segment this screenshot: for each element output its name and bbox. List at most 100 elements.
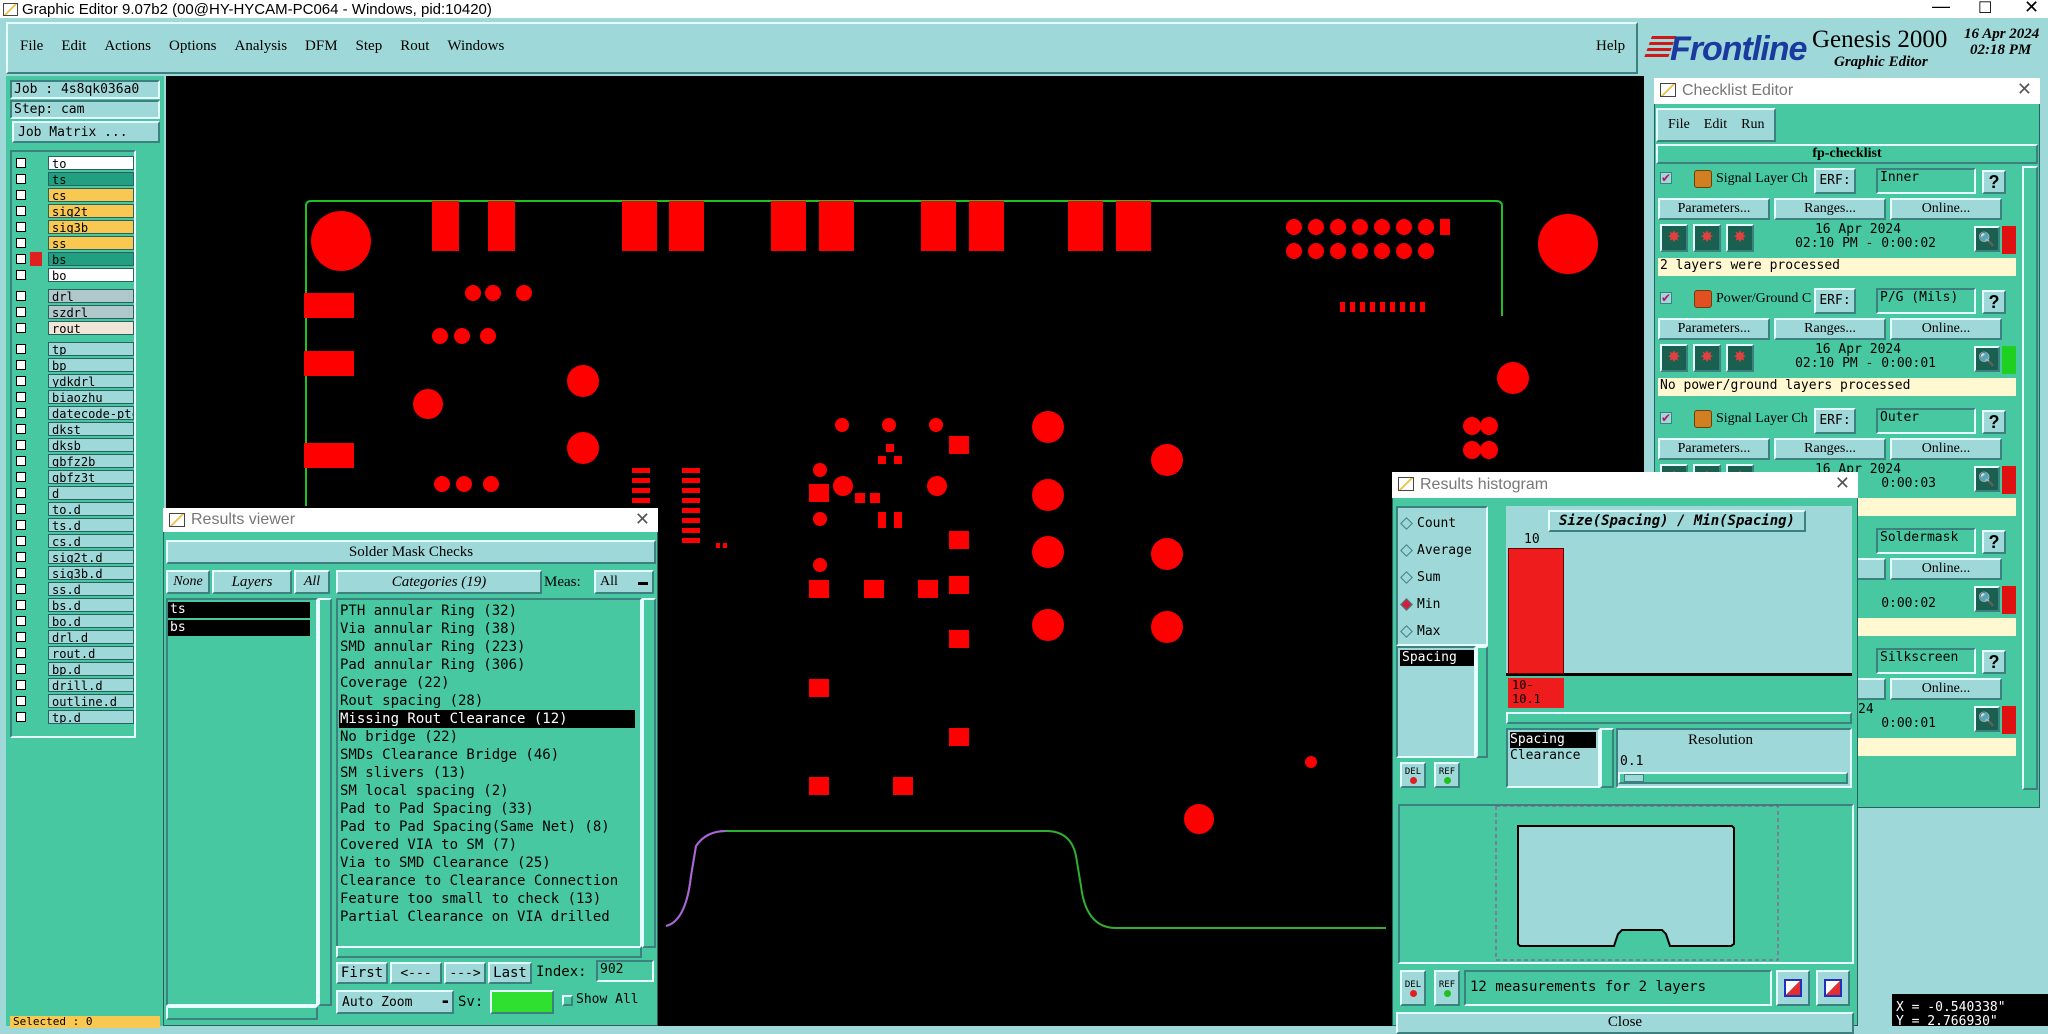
layer-checkbox[interactable] <box>16 392 26 402</box>
none-button[interactable]: None <box>166 570 210 594</box>
next-button[interactable]: ---> <box>444 962 486 984</box>
layer-checkbox[interactable] <box>16 600 26 610</box>
histogram-close-icon[interactable]: ✕ <box>1835 473 1850 494</box>
category-item[interactable]: SMD annular Ring (223) <box>339 638 635 656</box>
layer-color-swatch[interactable] <box>30 236 42 250</box>
layer-checkbox[interactable] <box>16 520 26 530</box>
layer-color-swatch[interactable] <box>30 502 42 516</box>
category-item[interactable]: No bridge (22) <box>339 728 635 746</box>
layer-row[interactable]: bo <box>12 268 134 282</box>
menu-rout[interactable]: Rout <box>400 38 429 55</box>
layer-color-swatch[interactable] <box>30 598 42 612</box>
option-min[interactable]: Min <box>1400 591 1486 618</box>
layer-color-swatch[interactable] <box>30 454 42 468</box>
layer-checkbox[interactable] <box>16 174 26 184</box>
layer-checkbox[interactable] <box>16 648 26 658</box>
action-checkbox[interactable]: ✔ <box>1660 412 1672 424</box>
checklist-titlebar[interactable]: Checklist Editor ✕ <box>1654 78 2040 104</box>
menu-file[interactable]: File <box>20 38 43 55</box>
option-average[interactable]: Average <box>1400 537 1486 564</box>
action-help-button[interactable]: ? <box>1982 650 2006 674</box>
action-checkbox[interactable]: ✔ <box>1660 172 1672 184</box>
ranges-button[interactable]: Ranges... <box>1774 198 1886 220</box>
results-viewer-close-icon[interactable]: ✕ <box>635 509 650 530</box>
online-button[interactable]: Online... <box>1890 318 2002 340</box>
layer-color-swatch[interactable] <box>30 342 42 356</box>
categories-button[interactable]: Categories (19) <box>336 570 542 594</box>
layer-row[interactable]: bs.d <box>12 598 134 612</box>
layer-row[interactable]: szdrl <box>12 305 134 319</box>
layer-color-swatch[interactable] <box>30 534 42 548</box>
layer-row[interactable]: tp <box>12 342 134 356</box>
parameters-button[interactable]: Parameters... <box>1658 438 1770 460</box>
checklist-menu-edit[interactable]: Edit <box>1704 117 1727 133</box>
online-button[interactable]: Online... <box>1890 678 2002 700</box>
layer-row[interactable]: rout <box>12 321 134 335</box>
category-item[interactable]: Pad to Pad Spacing (33) <box>339 800 635 818</box>
layer-row[interactable]: ts <box>12 172 134 186</box>
category-item[interactable]: Coverage (22) <box>339 674 635 692</box>
category-item[interactable]: Rout spacing (28) <box>339 692 635 710</box>
histogram-close-button[interactable]: Close <box>1396 1012 1854 1034</box>
histogram-export-button[interactable] <box>1776 970 1810 1006</box>
zoom-results-icon[interactable]: 🔍 <box>1974 466 2000 492</box>
del-button-bottom[interactable]: DEL <box>1400 970 1426 1006</box>
layer-row[interactable]: bp.d <box>12 662 134 676</box>
layer-checkbox[interactable] <box>16 536 26 546</box>
layer-row[interactable]: sig3b.d <box>12 566 134 580</box>
checklist-menu-file[interactable]: File <box>1668 117 1690 133</box>
categories-hscroll[interactable] <box>336 946 642 958</box>
layer-checkbox[interactable] <box>16 270 26 280</box>
layer-checkbox[interactable] <box>16 291 26 301</box>
layers-button[interactable]: Layers <box>212 570 292 594</box>
layer-row[interactable]: drill.d <box>12 678 134 692</box>
all-layers-button[interactable]: All <box>294 570 330 594</box>
layer-list-scrollbar[interactable] <box>136 150 158 738</box>
histogram-list-item[interactable]: Spacing <box>1400 650 1474 666</box>
layer-row[interactable]: dksb <box>12 438 134 452</box>
layer-color-swatch[interactable] <box>30 289 42 303</box>
layer-color-swatch[interactable] <box>30 358 42 372</box>
run-action-icon[interactable]: ✸ <box>1660 344 1688 372</box>
erf-input[interactable]: P/G (Mils) <box>1876 288 1976 314</box>
histogram-items-vscroll[interactable] <box>1476 646 1488 758</box>
layer-color-swatch[interactable] <box>30 156 42 170</box>
category-item[interactable]: Via annular Ring (38) <box>339 620 635 638</box>
index-input[interactable]: 902 <box>596 960 654 982</box>
layer-checkbox[interactable] <box>16 424 26 434</box>
option-sum[interactable]: Sum <box>1400 564 1486 591</box>
minimize-button[interactable]: — <box>1932 0 1950 17</box>
layer-row[interactable]: bp <box>12 358 134 372</box>
layer-row[interactable]: ydkdrl <box>12 374 134 388</box>
layer-checkbox[interactable] <box>16 158 26 168</box>
layer-color-swatch[interactable] <box>30 390 42 404</box>
menu-edit[interactable]: Edit <box>61 38 86 55</box>
action-help-button[interactable]: ? <box>1982 410 2006 434</box>
radio-diamond-icon[interactable] <box>1400 598 1413 611</box>
layer-row[interactable]: cs.d <box>12 534 134 548</box>
layer-row[interactable]: cs <box>12 188 134 202</box>
layer-checkbox[interactable] <box>16 488 26 498</box>
ranges-button[interactable]: Ranges... <box>1774 438 1886 460</box>
parameters-button[interactable]: Parameters... <box>1658 198 1770 220</box>
menu-actions[interactable]: Actions <box>104 38 151 55</box>
result-layer-item[interactable]: bs <box>168 620 310 636</box>
layer-row[interactable]: drl.d <box>12 630 134 644</box>
category-item[interactable]: Feature too small to check (13) <box>339 890 635 908</box>
online-button[interactable]: Online... <box>1890 558 2002 580</box>
layer-checkbox[interactable] <box>16 472 26 482</box>
erf-input[interactable]: Inner <box>1876 168 1976 194</box>
layer-color-swatch[interactable] <box>30 422 42 436</box>
histogram-titlebar[interactable]: Results histogram ✕ <box>1392 472 1858 498</box>
histogram-print-button[interactable] <box>1816 970 1850 1006</box>
layer-color-swatch[interactable] <box>30 172 42 186</box>
layer-row[interactable]: to.d <box>12 502 134 516</box>
category-item[interactable]: Pad to Pad Spacing(Same Net) (8) <box>339 818 635 836</box>
layer-row[interactable]: sig2t.d <box>12 550 134 564</box>
layer-row[interactable]: drl <box>12 289 134 303</box>
layer-checkbox[interactable] <box>16 238 26 248</box>
run-action-icon[interactable]: ✸ <box>1726 344 1754 372</box>
measure-type-item[interactable]: Clearance <box>1510 748 1596 764</box>
solder-mask-checks-button[interactable]: Solder Mask Checks <box>166 540 656 564</box>
layer-checkbox[interactable] <box>16 680 26 690</box>
